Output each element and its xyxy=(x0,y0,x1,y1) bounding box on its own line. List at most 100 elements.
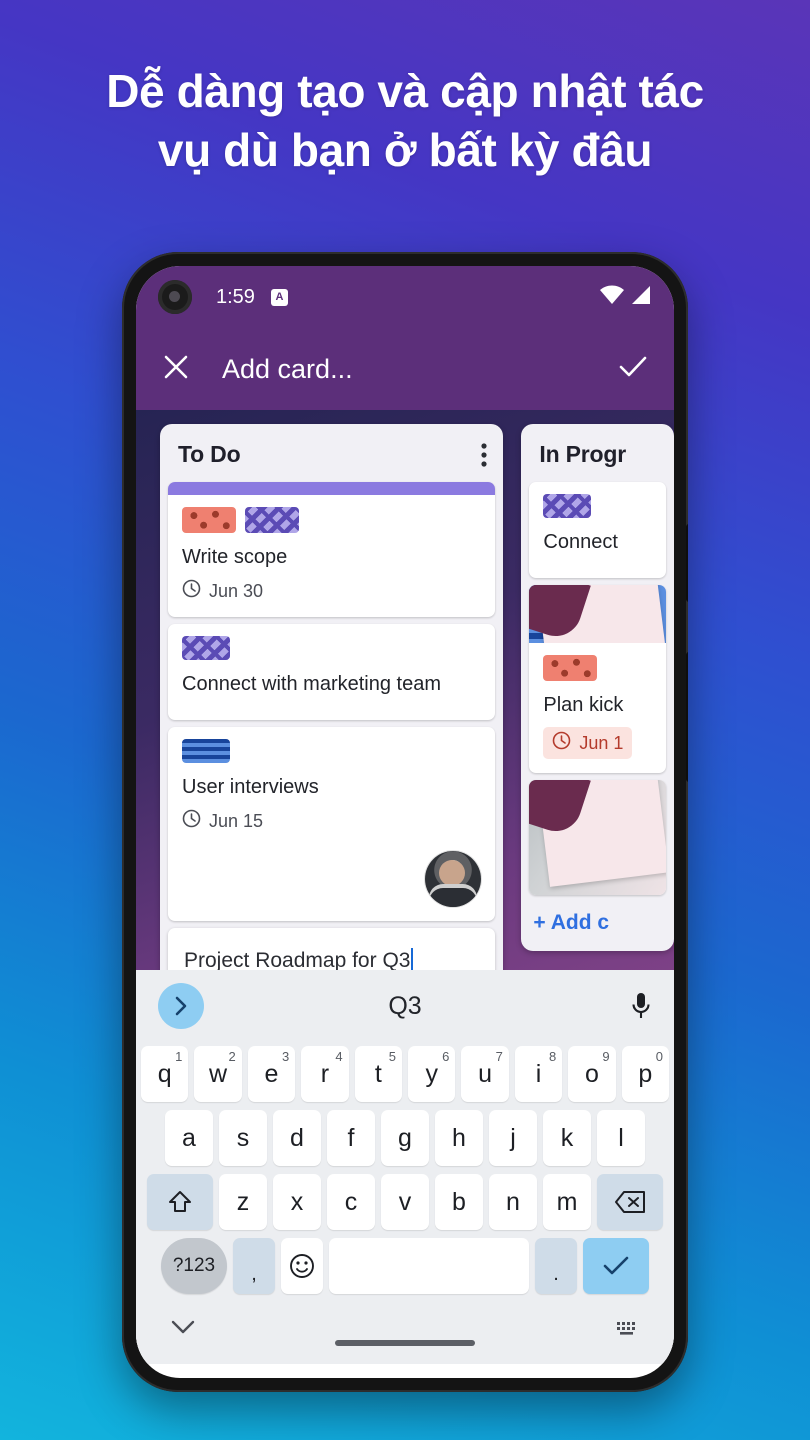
key-number: 5 xyxy=(388,1049,396,1064)
key-p[interactable]: p0 xyxy=(621,1046,670,1102)
key-k[interactable]: k xyxy=(543,1110,591,1166)
key-label: i xyxy=(535,1059,542,1088)
card-attachment-photo[interactable] xyxy=(529,780,666,895)
key-f[interactable]: f xyxy=(327,1110,375,1166)
key-number: 1 xyxy=(175,1049,183,1064)
backspace-icon[interactable] xyxy=(597,1174,663,1230)
phone-volume-button[interactable] xyxy=(686,524,688,602)
keyboard-switch-icon[interactable] xyxy=(616,1320,640,1338)
card-title: Plan kick xyxy=(543,694,624,716)
status-bar: 1:59 A xyxy=(136,266,674,328)
card-title-input[interactable]: Project Roadmap for Q3 xyxy=(184,948,479,970)
kanban-board[interactable]: To Do Write scope Jun 30 Connect with ma… xyxy=(136,410,674,970)
card-connect[interactable]: Connect xyxy=(529,482,666,578)
key-l[interactable]: l xyxy=(597,1110,645,1166)
status-bar-badge-icon: A xyxy=(270,288,288,306)
key-v[interactable]: v xyxy=(381,1174,429,1230)
key-s[interactable]: s xyxy=(219,1110,267,1166)
symbols-key[interactable]: ?123 xyxy=(161,1238,227,1294)
board-list-in-progress[interactable]: In Progr Connect Plan kick Jun 1 + Add c xyxy=(521,424,674,951)
close-icon[interactable] xyxy=(162,353,190,386)
add-card-button[interactable]: + Add c xyxy=(521,895,674,941)
headline-line-1: Dễ dàng tạo và cập nhật tác xyxy=(106,65,704,117)
card-user-interviews[interactable]: User interviews Jun 15 xyxy=(168,727,496,921)
card-title: Connect xyxy=(543,531,618,553)
compose-field[interactable]: Project Roadmap for Q3 xyxy=(184,948,479,970)
phone-screen: 1:59 A Add card... To Do Write scope Jun… xyxy=(136,266,674,1378)
key-x[interactable]: x xyxy=(273,1174,321,1230)
chevron-down-icon[interactable] xyxy=(170,1319,196,1340)
comma-key[interactable]: , xyxy=(233,1238,275,1294)
board-list-to-do[interactable]: To Do Write scope Jun 30 Connect with ma… xyxy=(160,424,504,970)
key-label: t xyxy=(374,1059,382,1088)
more-vertical-icon[interactable] xyxy=(481,442,487,467)
card-write-scope[interactable]: Write scope Jun 30 xyxy=(168,482,496,617)
label-blue xyxy=(182,739,230,763)
shift-icon[interactable] xyxy=(147,1174,213,1230)
key-number: 7 xyxy=(495,1049,503,1064)
list-title: In Progr xyxy=(539,441,626,467)
card-connect-marketing[interactable]: Connect with marketing team xyxy=(168,624,496,720)
card-plan-kickoff[interactable]: Plan kick Jun 1 xyxy=(529,585,666,773)
card-title: Write scope xyxy=(182,546,288,568)
card-cover-image xyxy=(529,585,666,643)
key-number: 4 xyxy=(335,1049,343,1064)
key-b[interactable]: b xyxy=(435,1174,483,1230)
enter-key[interactable] xyxy=(583,1238,649,1294)
home-indicator[interactable] xyxy=(335,1340,475,1346)
key-label: u xyxy=(478,1059,493,1088)
key-a[interactable]: a xyxy=(165,1110,213,1166)
check-icon[interactable] xyxy=(618,354,648,385)
keyboard-row-4: ?123 , . xyxy=(136,1234,674,1298)
phone-power-button[interactable] xyxy=(686,652,688,782)
key-c[interactable]: c xyxy=(327,1174,375,1230)
key-t[interactable]: t5 xyxy=(354,1046,402,1102)
key-w[interactable]: w2 xyxy=(194,1046,242,1102)
clock-icon xyxy=(552,731,571,755)
key-z[interactable]: z xyxy=(219,1174,267,1230)
label-purple xyxy=(543,494,592,518)
label-red xyxy=(543,655,598,681)
space-key[interactable] xyxy=(329,1238,529,1294)
key-h[interactable]: h xyxy=(435,1110,483,1166)
key-label: e xyxy=(264,1059,279,1088)
key-label: y xyxy=(425,1059,438,1088)
key-number: 9 xyxy=(602,1049,610,1064)
key-e[interactable]: e3 xyxy=(247,1046,296,1102)
card-due-text: Jun 30 xyxy=(209,580,264,601)
key-m[interactable]: m xyxy=(543,1174,591,1230)
key-g[interactable]: g xyxy=(381,1110,429,1166)
card-labels xyxy=(543,655,652,681)
app-bar-title: Add card... xyxy=(222,353,353,384)
key-u[interactable]: u7 xyxy=(461,1046,509,1102)
headline-line-2: vụ dù bạn ở bất kỳ đâu xyxy=(157,123,653,176)
keyboard-row-1: q1 w2 e3 r4 t5 y6 u7 i8 o9 p0 xyxy=(136,1042,674,1106)
on-screen-keyboard[interactable]: Q3 q1 w2 e3 r4 t5 y6 u7 i8 o9 p 0 a s d … xyxy=(136,970,674,1364)
card-due-date-overdue: Jun 1 xyxy=(543,727,633,759)
key-label: p xyxy=(638,1059,653,1088)
card-cover-image xyxy=(529,780,666,895)
period-key[interactable]: . xyxy=(535,1238,577,1294)
key-j[interactable]: j xyxy=(489,1110,537,1166)
avatar[interactable] xyxy=(425,851,482,907)
emoji-icon[interactable] xyxy=(281,1238,323,1294)
key-i[interactable]: i8 xyxy=(514,1046,563,1102)
phone-frame: 1:59 A Add card... To Do Write scope Jun… xyxy=(122,252,688,1392)
clock-icon xyxy=(182,579,201,603)
wifi-icon xyxy=(599,285,625,310)
list-title: To Do xyxy=(178,441,241,467)
page-title: Dễ dàng tạo và cập nhật tác vụ dù bạn ở … xyxy=(0,62,810,180)
compose-card[interactable]: Project Roadmap for Q3 xyxy=(168,928,496,970)
key-label: r xyxy=(320,1059,330,1088)
key-number: 6 xyxy=(442,1049,450,1064)
key-o[interactable]: o9 xyxy=(568,1046,616,1102)
key-r[interactable]: r4 xyxy=(301,1046,349,1102)
key-number: 0 xyxy=(655,1049,664,1064)
suggestion-word[interactable]: Q3 xyxy=(136,992,674,1021)
key-y[interactable]: y6 xyxy=(408,1046,456,1102)
key-q[interactable]: q1 xyxy=(140,1046,189,1102)
card-list: Connect Plan kick Jun 1 xyxy=(521,482,674,895)
key-d[interactable]: d xyxy=(273,1110,321,1166)
key-n[interactable]: n xyxy=(489,1174,537,1230)
list-header: In Progr xyxy=(521,424,674,482)
